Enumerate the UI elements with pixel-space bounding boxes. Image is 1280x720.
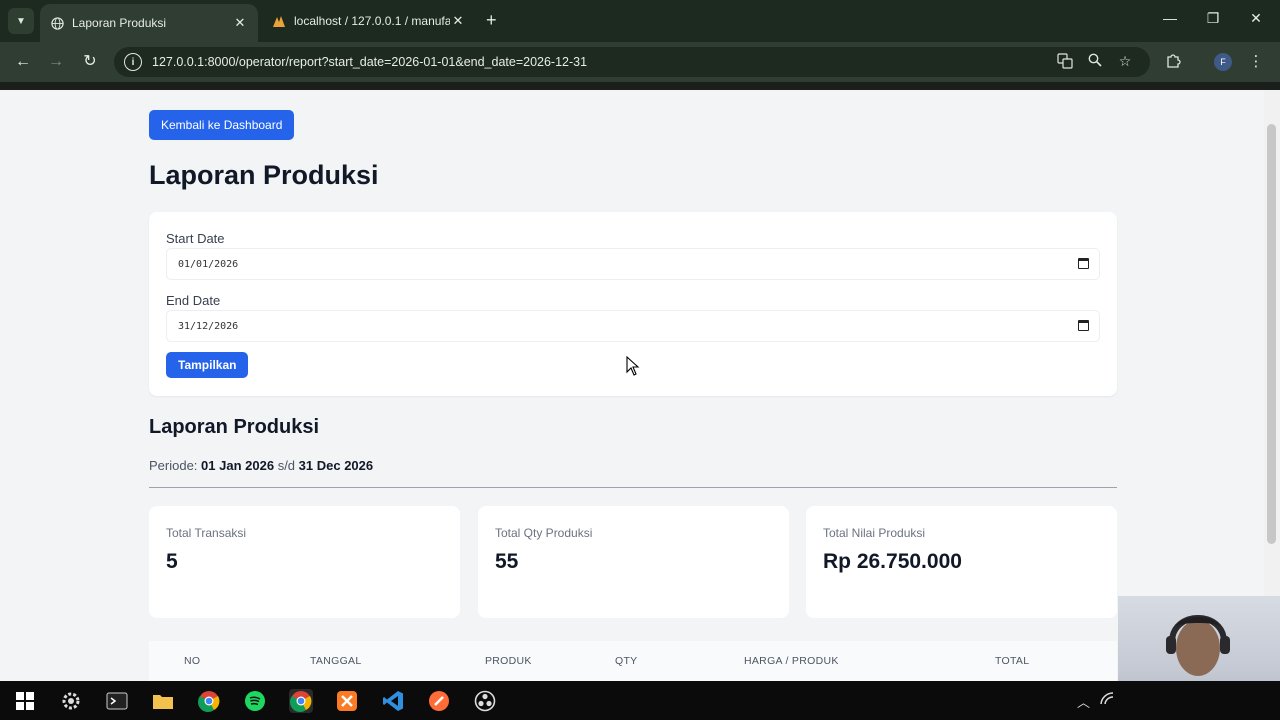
stat-value: 5 xyxy=(166,550,178,573)
report-title: Laporan Produksi xyxy=(149,416,320,438)
calendar-icon[interactable] xyxy=(1078,320,1089,331)
wifi-icon[interactable] xyxy=(1100,692,1114,709)
tampilkan-button[interactable]: Tampilkan xyxy=(166,352,249,378)
page-viewport: Kembali ke Dashboard Laporan Produksi St… xyxy=(0,90,1264,681)
page-scrollbar[interactable] xyxy=(1264,90,1280,681)
site-info-icon[interactable]: i xyxy=(124,53,142,71)
browser-toolbar: ← → ↻ i 127.0.0.1:8000/operator/report?s… xyxy=(0,42,1280,82)
file-explorer-icon[interactable] xyxy=(151,689,175,713)
toolbar-separator xyxy=(0,82,1280,90)
tab-search-button[interactable]: ▼ xyxy=(8,8,34,34)
stat-card-total-nilai: Total Nilai Produksi Rp 26.750.000 xyxy=(806,506,1117,618)
vscode-icon[interactable] xyxy=(381,689,405,713)
address-url: 127.0.0.1:8000/operator/report?start_dat… xyxy=(152,55,588,69)
browser-tab-bar: ▼ Laporan Produksi ✕ localhost / 127.0.0… xyxy=(0,0,1280,42)
profile-avatar[interactable]: F xyxy=(1214,53,1232,71)
globe-icon xyxy=(50,16,64,30)
start-date-label: Start Date xyxy=(166,231,225,246)
terminal-icon[interactable] xyxy=(105,689,129,713)
window-close-icon[interactable]: ✕ xyxy=(1246,10,1266,27)
column-header-total: TOTAL xyxy=(995,655,1030,667)
back-to-dashboard-button[interactable]: Kembali ke Dashboard xyxy=(149,110,295,140)
restore-icon[interactable]: ❐ xyxy=(1203,10,1223,27)
divider xyxy=(149,487,1117,488)
stat-label: Total Nilai Produksi xyxy=(823,526,926,540)
translate-icon[interactable] xyxy=(1056,53,1074,72)
stat-card-total-transaksi: Total Transaksi 5 xyxy=(149,506,460,618)
report-period: Periode: 01 Jan 2026 s/d 31 Dec 2026 xyxy=(149,458,373,473)
more-menu-icon[interactable]: ⋮ xyxy=(1246,52,1266,70)
address-bar[interactable]: i 127.0.0.1:8000/operator/report?start_d… xyxy=(114,47,1150,77)
settings-gear-icon[interactable] xyxy=(59,689,83,713)
mouse-cursor-icon xyxy=(626,355,640,381)
start-date-value: 01/01/2026 xyxy=(178,258,239,270)
zoom-icon[interactable] xyxy=(1086,53,1104,70)
spotify-icon[interactable] xyxy=(243,689,267,713)
reload-icon[interactable]: ↻ xyxy=(80,52,100,72)
bookmark-star-icon[interactable]: ☆ xyxy=(1116,53,1134,70)
xampp-icon[interactable] xyxy=(335,689,359,713)
period-start: 01 Jan 2026 xyxy=(201,458,275,473)
calendar-icon[interactable] xyxy=(1078,258,1089,269)
column-header-tanggal: TANGGAL xyxy=(310,655,362,667)
chrome-active-icon[interactable] xyxy=(289,689,313,713)
end-date-label: End Date xyxy=(166,293,221,308)
period-label: Periode: xyxy=(149,458,198,473)
extensions-icon[interactable] xyxy=(1163,52,1183,72)
start-date-input[interactable]: 01/01/2026 xyxy=(166,248,1100,280)
postman-icon[interactable] xyxy=(427,689,451,713)
column-header-harga: HARGA / PRODUK xyxy=(744,655,839,667)
column-header-qty: QTY xyxy=(615,655,638,667)
windows-start-icon[interactable] xyxy=(13,689,37,713)
period-separator: s/d xyxy=(277,458,296,473)
production-table-header: NO TANGGAL PRODUK QTY HARGA / PRODUK TOT… xyxy=(149,641,1117,681)
minimize-icon[interactable]: — xyxy=(1160,10,1180,26)
phpmyadmin-icon xyxy=(272,14,286,28)
tab-laporan-produksi[interactable]: Laporan Produksi ✕ xyxy=(40,4,258,42)
page-title: Laporan Produksi xyxy=(149,160,379,190)
stat-label: Total Transaksi xyxy=(166,526,247,540)
close-icon[interactable]: ✕ xyxy=(450,13,466,29)
chevron-up-icon[interactable]: ︿ xyxy=(1077,692,1090,711)
end-date-value: 31/12/2026 xyxy=(178,320,239,332)
scrollbar-thumb[interactable] xyxy=(1267,124,1276,544)
period-end: 31 Dec 2026 xyxy=(298,458,374,473)
end-date-input[interactable]: 31/12/2026 xyxy=(166,310,1100,342)
stat-value: 55 xyxy=(495,550,519,573)
stat-value: Rp 26.750.000 xyxy=(823,550,962,573)
column-header-no: NO xyxy=(184,655,201,667)
column-header-produk: PRODUK xyxy=(485,655,532,667)
tab-title: Laporan Produksi xyxy=(72,16,167,30)
chrome-icon[interactable] xyxy=(197,689,221,713)
new-tab-button[interactable]: + xyxy=(486,10,497,30)
stat-card-total-qty: Total Qty Produksi 55 xyxy=(478,506,789,618)
tab-title: localhost / 127.0.0.1 / manufact xyxy=(294,14,450,28)
back-arrow-icon[interactable]: ← xyxy=(13,52,33,72)
windows-taskbar: ︿ xyxy=(0,681,1280,720)
stat-label: Total Qty Produksi xyxy=(495,526,593,540)
forward-arrow-icon[interactable]: → xyxy=(46,52,66,72)
close-icon[interactable]: ✕ xyxy=(232,15,248,31)
tab-phpmyadmin[interactable]: localhost / 127.0.0.1 / manufact ✕ xyxy=(262,4,476,38)
obs-icon[interactable] xyxy=(473,689,497,713)
